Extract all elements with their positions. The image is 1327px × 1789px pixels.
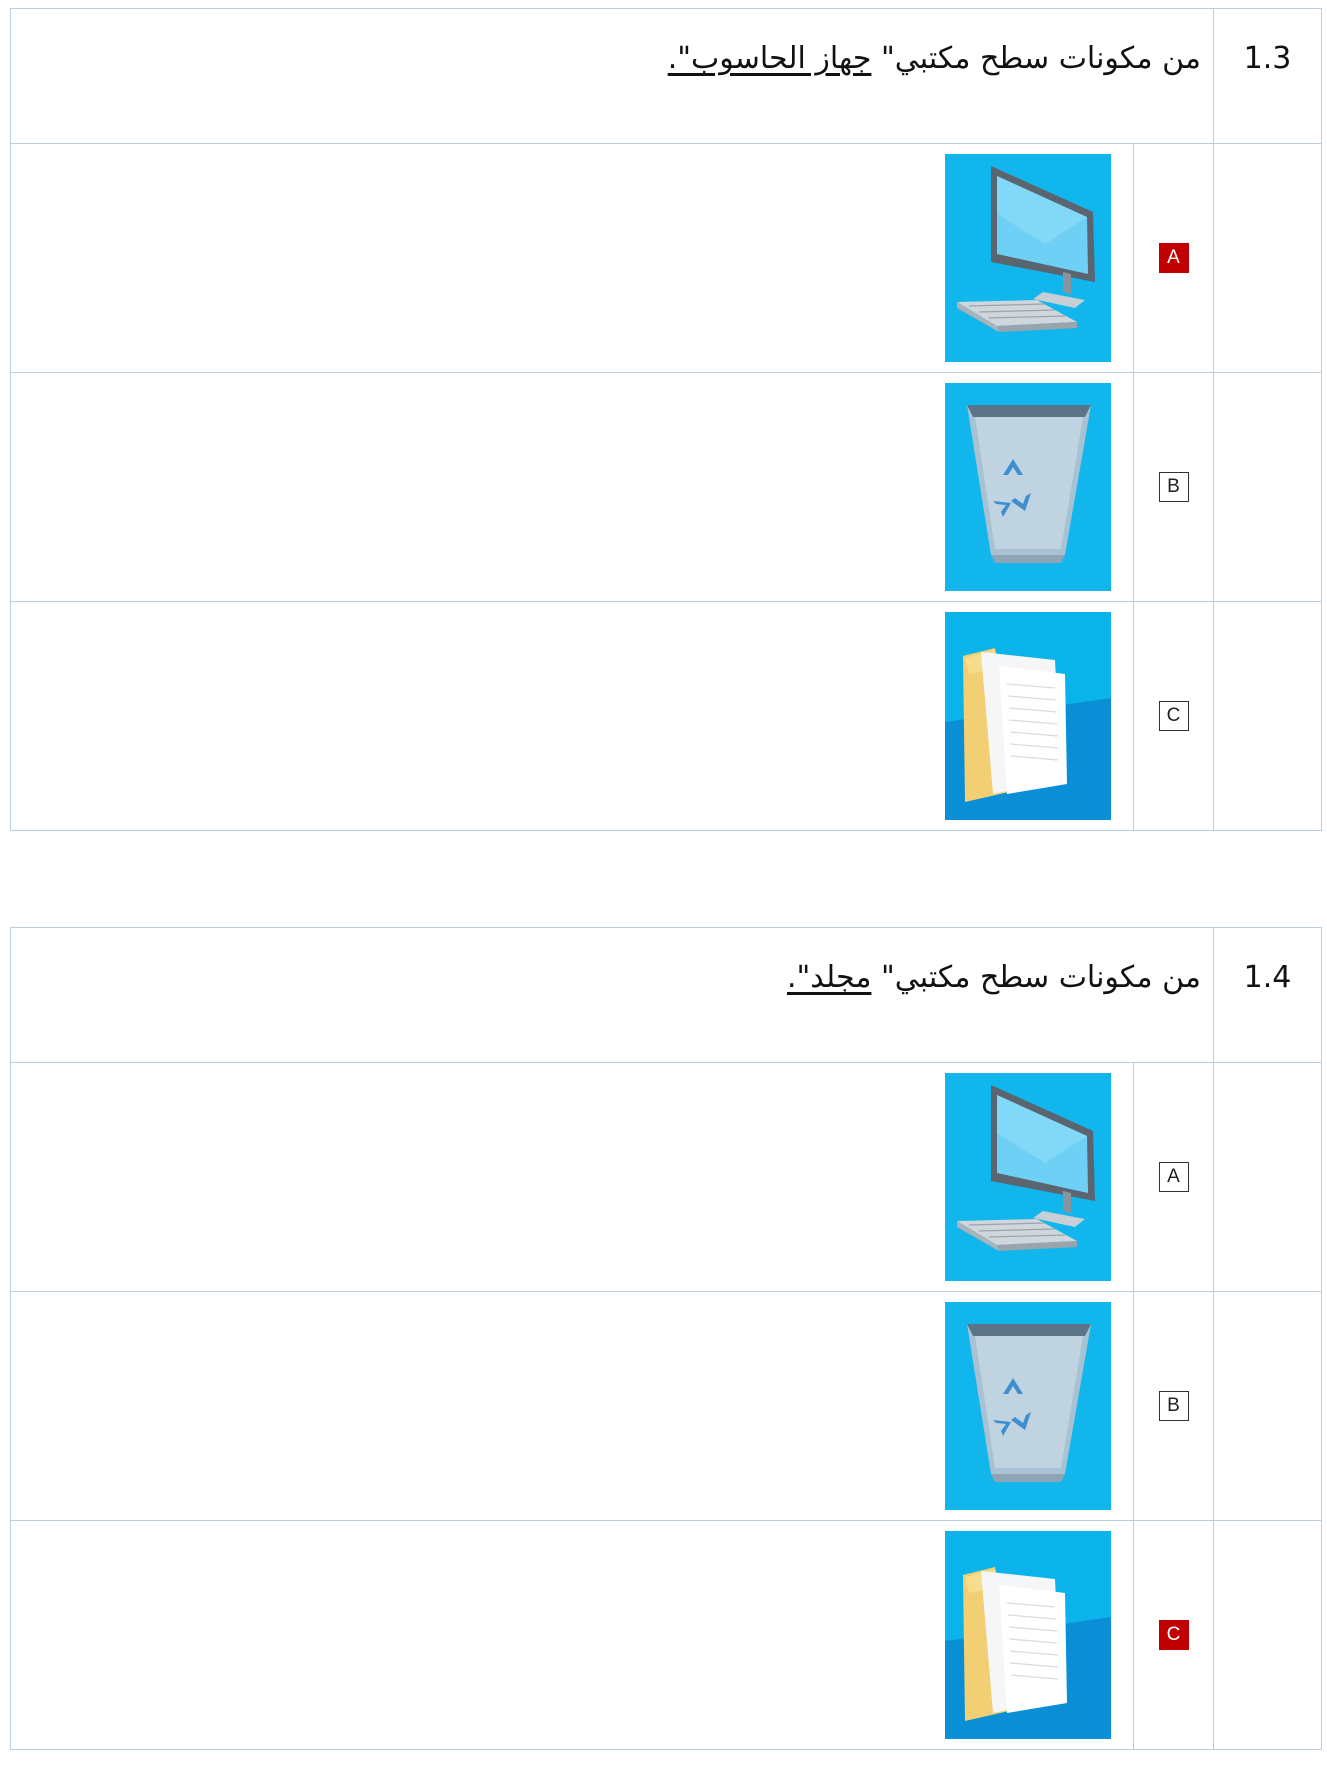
- question-number-cell: 1.3: [1213, 8, 1322, 144]
- question-number: 1.3: [1243, 41, 1292, 76]
- option-row-b[interactable]: B: [10, 1291, 1322, 1521]
- option-row-c[interactable]: C: [10, 601, 1322, 831]
- blank-cell: [1213, 143, 1322, 373]
- option-letter-badge[interactable]: B: [1158, 472, 1189, 502]
- prompt-prefix: من مكونات سطح مكتبي": [871, 41, 1201, 76]
- option-letter-badge[interactable]: C: [1158, 701, 1189, 731]
- recycle-bin-icon[interactable]: [945, 383, 1111, 591]
- option-letter-cell: A: [1133, 1062, 1214, 1292]
- prompt-underlined: مجلد".: [786, 960, 872, 995]
- option-image-cell: [10, 601, 1134, 831]
- option-image-cell: [10, 143, 1134, 373]
- blank-cell: [1213, 1291, 1322, 1521]
- option-image-cell: [10, 372, 1134, 602]
- option-letter-cell: B: [1133, 1291, 1214, 1521]
- option-letter-badge[interactable]: A: [1158, 1162, 1189, 1192]
- option-letter-badge-selected[interactable]: A: [1158, 243, 1189, 273]
- option-image-cell: [10, 1520, 1134, 1750]
- option-image-cell: [10, 1062, 1134, 1292]
- prompt-underlined: جهاز الحاسوب".: [667, 41, 872, 76]
- option-letter-cell: C: [1133, 1520, 1214, 1750]
- question-table-1-4: من مكونات سطح مكتبي" مجلد". 1.4 A B C: [10, 927, 1322, 1750]
- question-header-row: من مكونات سطح مكتبي" جهاز الحاسوب". 1.3: [10, 8, 1322, 144]
- question-number: 1.4: [1243, 960, 1292, 995]
- blank-cell: [1213, 601, 1322, 831]
- option-letter-cell: C: [1133, 601, 1214, 831]
- option-row-a[interactable]: A: [10, 1062, 1322, 1292]
- computer-icon[interactable]: [945, 154, 1111, 362]
- option-image-cell: [10, 1291, 1134, 1521]
- prompt-prefix: من مكونات سطح مكتبي": [871, 960, 1201, 995]
- question-table-1-3: من مكونات سطح مكتبي" جهاز الحاسوب". 1.3 …: [10, 8, 1322, 831]
- option-row-a[interactable]: A: [10, 143, 1322, 373]
- blank-cell: [1213, 372, 1322, 602]
- option-row-b[interactable]: B: [10, 372, 1322, 602]
- option-row-c[interactable]: C: [10, 1520, 1322, 1750]
- folder-icon[interactable]: [945, 612, 1111, 820]
- option-letter-badge-selected[interactable]: C: [1158, 1620, 1189, 1650]
- blank-cell: [1213, 1062, 1322, 1292]
- blank-cell: [1213, 1520, 1322, 1750]
- option-letter-badge[interactable]: B: [1158, 1391, 1189, 1421]
- computer-icon[interactable]: [945, 1073, 1111, 1281]
- question-prompt: من مكونات سطح مكتبي" مجلد".: [10, 927, 1214, 1063]
- recycle-bin-icon[interactable]: [945, 1302, 1111, 1510]
- question-header-row: من مكونات سطح مكتبي" مجلد". 1.4: [10, 927, 1322, 1063]
- option-letter-cell: A: [1133, 143, 1214, 373]
- folder-icon[interactable]: [945, 1531, 1111, 1739]
- question-number-cell: 1.4: [1213, 927, 1322, 1063]
- option-letter-cell: B: [1133, 372, 1214, 602]
- question-prompt: من مكونات سطح مكتبي" جهاز الحاسوب".: [10, 8, 1214, 144]
